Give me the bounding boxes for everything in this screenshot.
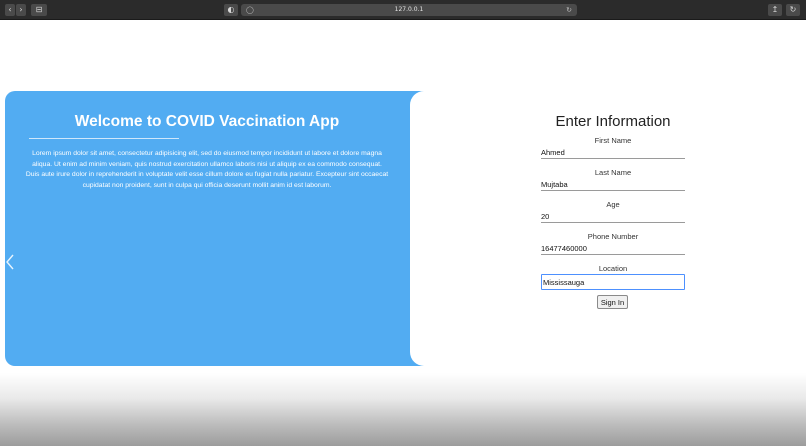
last-name-label: Last Name bbox=[594, 168, 632, 177]
browser-toolbar: ‹ › ⊟ ◐ ◯ 127.0.0.1 ↻ ↥ ↻ bbox=[0, 0, 806, 20]
age-label: Age bbox=[606, 200, 620, 209]
last-name-input[interactable] bbox=[541, 178, 685, 191]
welcome-body: Lorem ipsum dolor sit amet, consectetur … bbox=[25, 150, 389, 189]
form-panel bbox=[410, 91, 806, 366]
welcome-panel: Welcome to COVID Vaccination App Lorem i… bbox=[5, 91, 425, 366]
phone-input[interactable] bbox=[541, 242, 685, 255]
age-input[interactable] bbox=[541, 210, 685, 223]
shield-button[interactable]: ◐ bbox=[224, 4, 238, 16]
first-name-input[interactable] bbox=[541, 146, 685, 159]
bottom-shadow bbox=[0, 373, 806, 446]
first-name-label: First Name bbox=[594, 136, 632, 145]
address-bar[interactable]: ◯ 127.0.0.1 ↻ bbox=[241, 4, 577, 16]
location-input[interactable] bbox=[541, 274, 685, 290]
reload-icon[interactable]: ↻ bbox=[566, 4, 572, 16]
location-label: Location bbox=[598, 264, 628, 273]
site-info-icon: ◯ bbox=[246, 6, 254, 14]
title-divider bbox=[29, 138, 179, 139]
form-title: Enter Information bbox=[555, 113, 671, 130]
chevron-left-icon[interactable] bbox=[4, 254, 16, 270]
back-button[interactable]: ‹ bbox=[5, 4, 15, 16]
welcome-title: Welcome to COVID Vaccination App bbox=[74, 113, 340, 130]
url-text: 127.0.0.1 bbox=[394, 6, 424, 13]
forward-button[interactable]: › bbox=[16, 4, 26, 16]
sidebar-toggle-button[interactable]: ⊟ bbox=[31, 4, 47, 16]
refresh-button[interactable]: ↻ bbox=[786, 4, 800, 16]
sign-in-button[interactable]: Sign In bbox=[597, 295, 628, 309]
phone-label: Phone Number bbox=[587, 232, 639, 241]
share-button[interactable]: ↥ bbox=[768, 4, 782, 16]
